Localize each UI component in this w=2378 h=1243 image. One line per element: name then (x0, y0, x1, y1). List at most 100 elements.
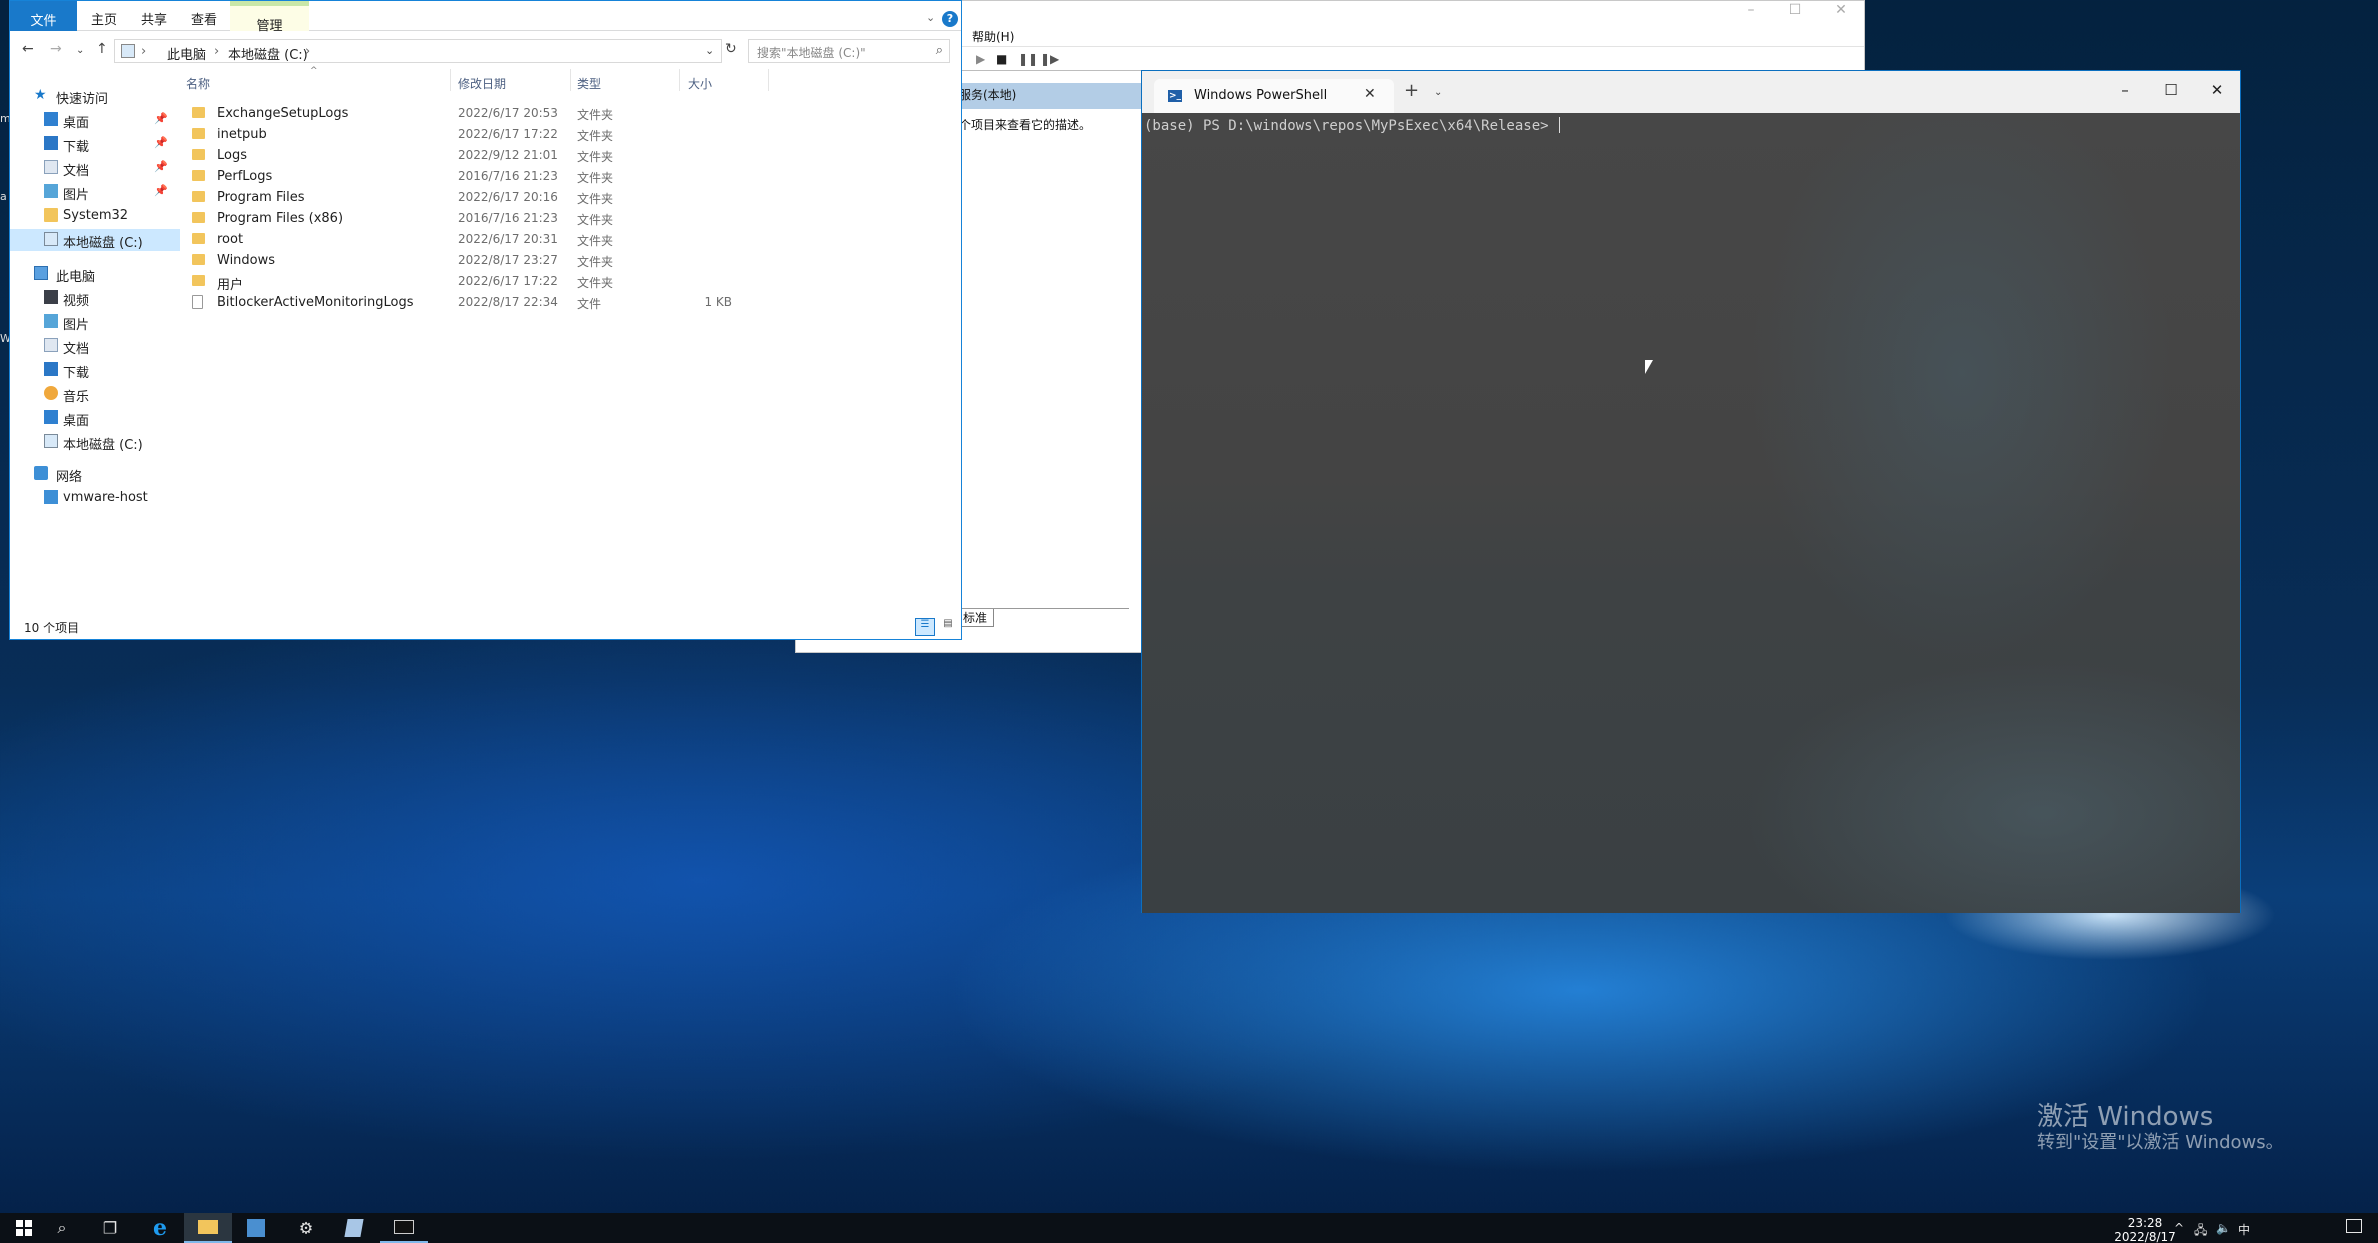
close-button[interactable]: ✕ (2194, 81, 2240, 99)
refresh-icon[interactable]: ↻ (725, 41, 737, 57)
server-manager-button[interactable] (232, 1213, 280, 1243)
minimize-button[interactable]: – (1728, 1, 1774, 25)
nav-qa-system32[interactable]: System32 (10, 205, 180, 227)
resume-service-icon[interactable]: ❚▶ (1040, 52, 1059, 66)
pin-icon[interactable]: 📌 (154, 136, 168, 149)
table-row[interactable]: ExchangeSetupLogs 2022/6/17 20:53 文件夹 (182, 103, 772, 124)
nav-pc-music[interactable]: 音乐 (10, 383, 180, 405)
terminal-titlebar[interactable]: >_ Windows PowerShell ✕ + ⌄ – ☐ ✕ (1142, 71, 2240, 113)
column-header-name[interactable]: 名称 (186, 75, 210, 92)
menu-help[interactable]: 帮助(H) (972, 28, 1014, 45)
nav-this-pc[interactable]: 此电脑 (10, 263, 180, 285)
terminal-console[interactable]: (base) PS D:\windows\repos\MyPsExec\x64\… (1142, 113, 2240, 913)
nav-pc-pictures[interactable]: 图片 (10, 311, 180, 333)
notepad-button[interactable] (330, 1213, 378, 1243)
nav-quick-access[interactable]: ★ 快速访问 (10, 85, 180, 107)
column-header-type[interactable]: 类型 (577, 75, 601, 92)
nav-qa-pictures[interactable]: 图片 📌 (10, 181, 180, 203)
breadcrumb-this-pc[interactable]: 此电脑 (167, 44, 206, 63)
volume-icon[interactable]: 🔈 (2216, 1221, 2231, 1235)
clock-time[interactable]: 23:28 (2100, 1216, 2190, 1230)
nav-qa-documents[interactable]: 文档 📌 (10, 157, 180, 179)
terminal-button[interactable] (380, 1213, 428, 1243)
breadcrumb-drive[interactable]: 本地磁盘 (C:) (228, 44, 308, 63)
pause-service-icon[interactable]: ❚❚ (1018, 52, 1038, 66)
breadcrumb-separator[interactable]: › (141, 44, 146, 59)
nav-qa-downloads[interactable]: 下载 📌 (10, 133, 180, 155)
address-bar[interactable]: › 此电脑 › 本地磁盘 (C:) › ⌄ (114, 39, 722, 63)
column-divider[interactable] (450, 69, 451, 91)
column-divider[interactable] (679, 69, 680, 91)
minimize-button[interactable]: – (2102, 81, 2148, 99)
maximize-button[interactable]: ☐ (2148, 81, 2194, 99)
column-divider[interactable] (570, 69, 571, 91)
column-header-size[interactable]: 大小 (688, 75, 712, 92)
table-row[interactable]: Logs 2022/9/12 21:01 文件夹 (182, 145, 772, 166)
tab-share[interactable]: 共享 (131, 9, 177, 28)
desktop-icon-label-clipped[interactable]: a (0, 190, 7, 203)
search-input[interactable]: 搜索"本地磁盘 (C:)" ⌕ (748, 39, 950, 63)
table-row[interactable]: Program Files (x86) 2016/7/16 21:23 文件夹 (182, 208, 772, 229)
breadcrumb-separator[interactable]: › (214, 44, 219, 59)
nav-pc-drive[interactable]: 本地磁盘 (C:) (10, 431, 180, 453)
table-row[interactable]: 用户 2022/6/17 17:22 文件夹 (182, 271, 772, 293)
ime-indicator[interactable]: 中 (2238, 1221, 2250, 1238)
table-row[interactable]: PerfLogs 2016/7/16 21:23 文件夹 (182, 166, 772, 187)
up-arrow-icon[interactable]: ↑ (96, 41, 108, 57)
tab-standard[interactable]: 标准 (959, 609, 994, 627)
close-tab-icon[interactable]: ✕ (1364, 86, 1376, 102)
nav-qa-drive[interactable]: 本地磁盘 (C:) (10, 229, 180, 251)
command-prompt[interactable]: (base) PS D:\windows\repos\MyPsExec\x64\… (1144, 117, 1561, 134)
column-header-date[interactable]: 修改日期 (458, 75, 506, 92)
pin-icon[interactable]: 📌 (154, 184, 168, 197)
column-divider[interactable] (768, 69, 769, 91)
nav-pc-downloads[interactable]: 下载 (10, 359, 180, 381)
table-row[interactable]: Program Files 2022/6/17 20:16 文件夹 (182, 187, 772, 208)
tab-manage[interactable]: 管理 (230, 1, 309, 34)
details-view-icon[interactable]: ☰ (915, 618, 935, 636)
chevron-down-icon[interactable]: ⌄ (76, 45, 84, 56)
settings-button[interactable]: ⚙ (282, 1213, 330, 1243)
file-type: 文件夹 (577, 150, 614, 164)
stop-service-icon[interactable]: ■ (996, 52, 1007, 66)
nav-net-host[interactable]: vmware-host (10, 487, 180, 509)
help-icon[interactable]: ? (942, 11, 958, 27)
table-row[interactable]: root 2022/6/17 20:31 文件夹 (182, 229, 772, 250)
forward-arrow-icon[interactable]: → (50, 41, 62, 57)
nav-pc-videos[interactable]: 视频 (10, 287, 180, 309)
table-row[interactable]: inetpub 2022/6/17 17:22 文件夹 (182, 124, 772, 145)
task-view-icon: ❐ (102, 1218, 118, 1238)
nav-pc-documents[interactable]: 文档 (10, 335, 180, 357)
network-icon[interactable]: 🖧 (2194, 1221, 2207, 1242)
tab-file[interactable]: 文件 (10, 1, 77, 31)
nav-network[interactable]: 网络 (10, 463, 180, 485)
search-icon[interactable]: ⌕ (936, 43, 943, 58)
back-arrow-icon[interactable]: ← (22, 41, 34, 57)
new-tab-icon[interactable]: + (1404, 82, 1419, 100)
table-row[interactable]: Windows 2022/8/17 23:27 文件夹 (182, 250, 772, 271)
task-view-button[interactable]: ❐ (86, 1213, 134, 1243)
large-icons-view-icon[interactable]: ▤ (938, 618, 958, 636)
file-explorer-button[interactable] (184, 1213, 232, 1243)
breadcrumb-separator[interactable]: › (305, 44, 310, 59)
clock-date[interactable]: 2022/8/17 (2100, 1230, 2190, 1243)
chevron-down-icon[interactable]: ⌄ (1434, 87, 1442, 98)
maximize-button[interactable]: ☐ (1772, 1, 1818, 25)
chevron-down-icon[interactable]: ⌄ (705, 44, 714, 57)
nav-qa-desktop[interactable]: 桌面 📌 (10, 109, 180, 131)
pin-icon[interactable]: 📌 (154, 160, 168, 173)
notification-icon[interactable] (2346, 1219, 2362, 1233)
table-row[interactable]: BitlockerActiveMonitoringLogs 2022/8/17 … (182, 292, 772, 313)
chevron-down-icon[interactable]: ⌄ (926, 11, 935, 24)
close-button[interactable]: ✕ (1818, 1, 1864, 25)
file-name: ExchangeSetupLogs (217, 106, 349, 121)
pin-icon[interactable]: 📌 (154, 112, 168, 125)
internet-explorer-button[interactable]: e (136, 1213, 184, 1243)
terminal-tab[interactable]: >_ Windows PowerShell ✕ (1154, 79, 1394, 113)
search-button[interactable]: ⌕ (38, 1213, 86, 1243)
nav-pc-desktop[interactable]: 桌面 (10, 407, 180, 429)
start-service-icon[interactable]: ▶ (976, 52, 985, 66)
computer-icon (34, 266, 48, 280)
tab-home[interactable]: 主页 (81, 9, 127, 28)
tab-view[interactable]: 查看 (181, 9, 227, 28)
